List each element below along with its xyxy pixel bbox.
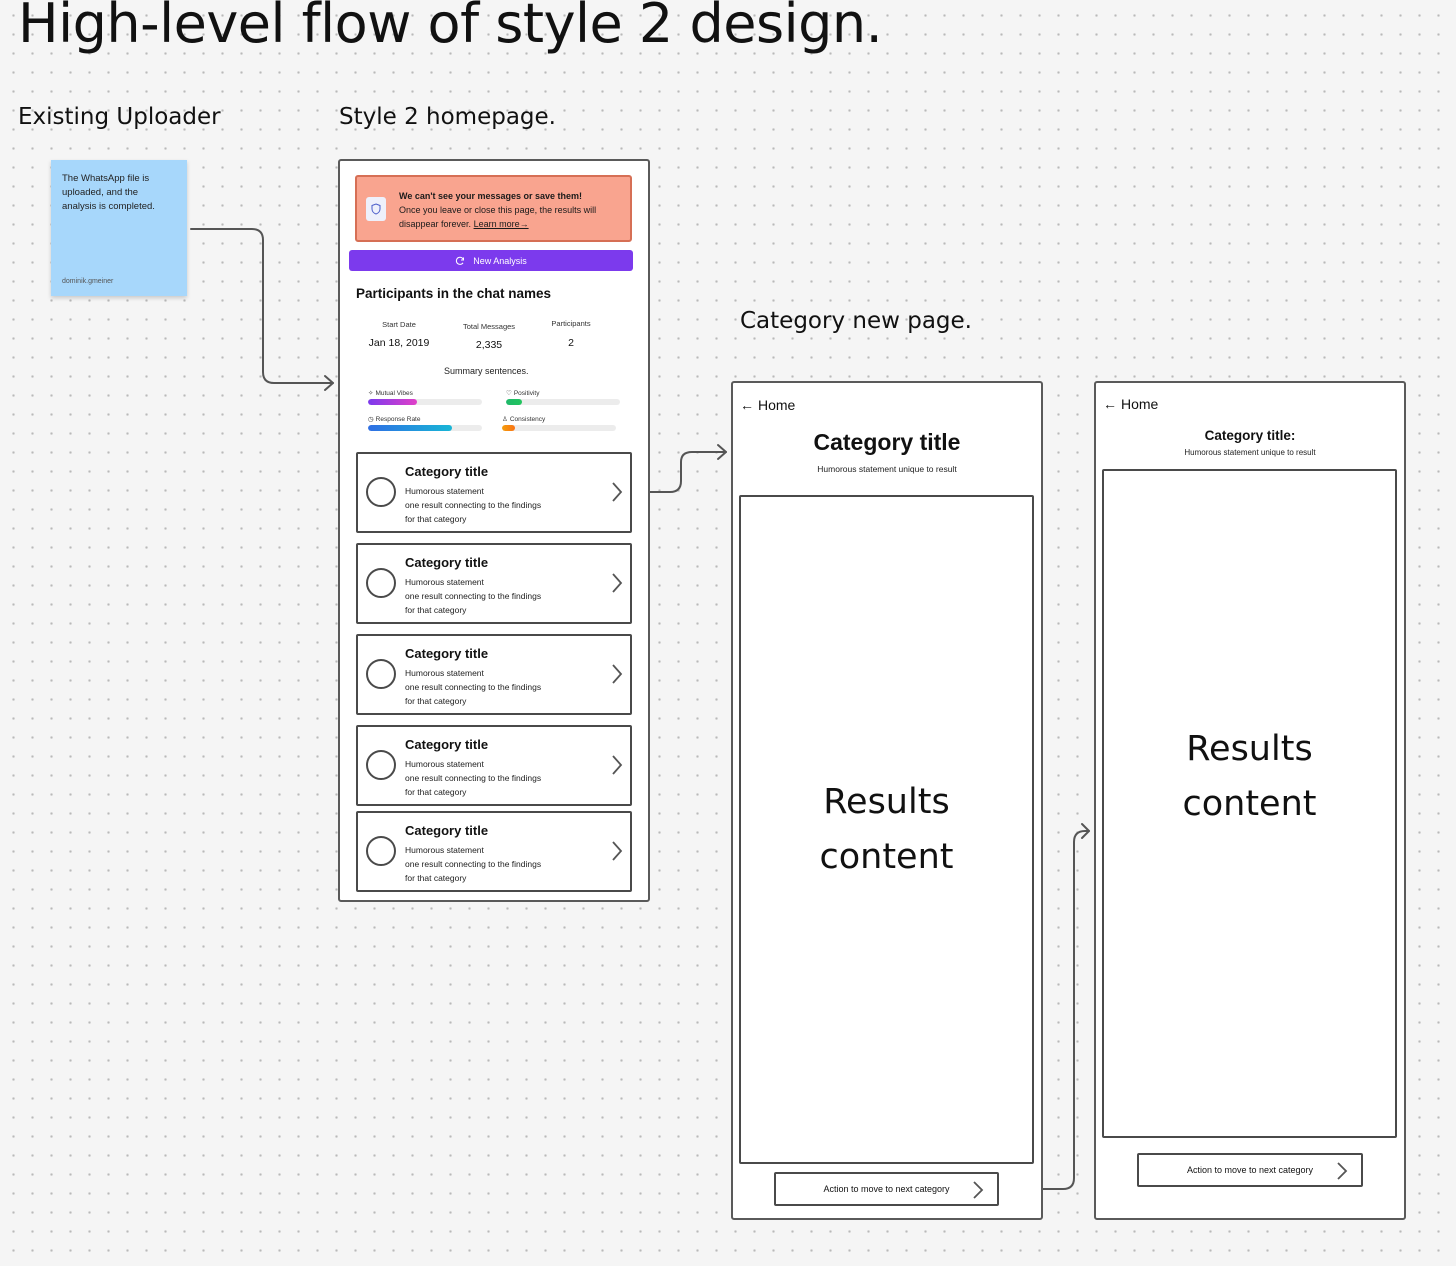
metric-response-rate: ◷ Response Rate bbox=[368, 415, 421, 424]
results-line1: Results bbox=[1186, 728, 1313, 769]
home-link-label: Home bbox=[1121, 396, 1159, 412]
chevron-right-icon bbox=[973, 1181, 984, 1199]
home-link[interactable]: ← Home bbox=[1103, 396, 1158, 412]
card-statement-line3: for that category bbox=[405, 787, 467, 797]
response-rate-bar bbox=[368, 425, 482, 431]
card-title: Category title bbox=[405, 737, 489, 752]
sticky-note: The WhatsApp file is uploaded, and the a… bbox=[51, 160, 187, 296]
card-statement-line2: one result connecting to the findings bbox=[405, 773, 542, 783]
category-subtitle-alt: Humorous statement unique to result bbox=[1184, 448, 1316, 457]
card-statement-line2: one result connecting to the findings bbox=[405, 682, 542, 692]
metric-positivity: ♡ Positivity bbox=[506, 389, 540, 398]
category-avatar bbox=[366, 659, 396, 689]
mutual-vibes-bar bbox=[368, 399, 482, 405]
next-category-label: Action to move to next category bbox=[823, 1184, 950, 1194]
response-rate-fill bbox=[368, 425, 453, 431]
next-category-button[interactable]: Action to move to next category bbox=[774, 1172, 999, 1206]
home-link-label: Home bbox=[758, 397, 796, 413]
category-avatar bbox=[366, 477, 396, 507]
chevron-right-icon bbox=[612, 573, 623, 593]
metric-positivity-label: Positivity bbox=[513, 389, 540, 397]
card-statement-line3: for that category bbox=[405, 514, 467, 524]
results-content-area: Results content bbox=[739, 495, 1034, 1164]
chevron-right-icon bbox=[612, 664, 623, 684]
consistency-bar bbox=[502, 425, 616, 431]
warning-body: Once you leave or close this page, the r… bbox=[399, 204, 624, 231]
refresh-icon bbox=[456, 256, 465, 265]
card-statement-line3: for that category bbox=[405, 696, 467, 706]
clock-icon: ◷ bbox=[368, 416, 374, 423]
warning-title: We can't see your messages or save them! bbox=[399, 191, 583, 201]
arrow-left-icon: ← bbox=[740, 397, 754, 413]
metric-mutual-vibes: ✧ Mutual Vibes bbox=[368, 389, 413, 398]
sticky-note-author: dominik.gmeiner bbox=[62, 278, 114, 285]
card-title: Category title bbox=[405, 464, 489, 479]
metric-consistency: ♙ Consistency bbox=[502, 415, 546, 424]
card-statement: Humorous statement bbox=[405, 577, 484, 587]
stat-total-messages-label: Total Messages bbox=[462, 322, 516, 331]
positivity-bar bbox=[506, 399, 620, 405]
learn-more-link[interactable]: Learn more→ bbox=[474, 219, 529, 229]
new-analysis-button[interactable]: New Analysis bbox=[349, 250, 633, 271]
category-avatar bbox=[366, 836, 396, 866]
category-subtitle: Humorous statement unique to result bbox=[817, 464, 957, 474]
category-card[interactable]: Category title Humorous statement one re… bbox=[356, 725, 632, 806]
heart-icon: ♡ bbox=[506, 390, 512, 397]
card-statement: Humorous statement bbox=[405, 668, 484, 678]
shield-icon bbox=[366, 197, 386, 221]
metric-response-rate-label: Response Rate bbox=[375, 415, 421, 423]
positivity-fill bbox=[506, 399, 522, 405]
category-card[interactable]: Category title Humorous statement one re… bbox=[356, 543, 632, 624]
chevron-right-icon bbox=[1337, 1162, 1348, 1180]
card-title: Category title bbox=[405, 555, 489, 570]
category-card[interactable]: Category title Humorous statement one re… bbox=[356, 811, 632, 892]
category-avatar bbox=[366, 750, 396, 780]
metric-mutual-vibes-label: Mutual Vibes bbox=[375, 389, 413, 397]
card-statement-line2: one result connecting to the findings bbox=[405, 591, 542, 601]
card-statement-line2: one result connecting to the findings bbox=[405, 500, 542, 510]
category-card[interactable]: Category title Humorous statement one re… bbox=[356, 452, 632, 533]
results-content-area-alt: Results content bbox=[1102, 469, 1397, 1138]
chevron-right-icon bbox=[612, 841, 623, 861]
category-avatar bbox=[366, 568, 396, 598]
stat-participants-label: Participants bbox=[551, 319, 591, 328]
chevron-right-icon bbox=[612, 755, 623, 775]
category-title: Category title bbox=[813, 429, 961, 455]
trophy-icon: ♙ bbox=[502, 416, 508, 423]
arrow-left-icon: ← bbox=[1103, 396, 1117, 412]
consistency-fill bbox=[502, 425, 515, 431]
home-link[interactable]: ← Home bbox=[740, 397, 795, 413]
sticky-note-text: The WhatsApp file is uploaded, and the a… bbox=[62, 173, 155, 212]
next-category-label: Action to move to next category bbox=[1186, 1165, 1314, 1175]
category-card[interactable]: Category title Humorous statement one re… bbox=[356, 634, 632, 715]
results-line2: content bbox=[819, 836, 954, 877]
results-line2: content bbox=[1182, 783, 1317, 824]
card-statement-line3: for that category bbox=[405, 605, 467, 615]
card-title: Category title bbox=[405, 823, 489, 838]
summary-text: Summary sentences. bbox=[444, 366, 529, 376]
new-analysis-label: New Analysis bbox=[473, 255, 527, 266]
mutual-vibes-fill bbox=[368, 399, 418, 405]
stat-start-date-value: Jan 18, 2019 bbox=[368, 337, 430, 349]
stat-start-date-label: Start Date bbox=[382, 320, 416, 329]
card-statement-line3: for that category bbox=[405, 873, 467, 883]
connector-uploader-to-homepage bbox=[190, 228, 334, 384]
card-statement: Humorous statement bbox=[405, 759, 484, 769]
metric-consistency-label: Consistency bbox=[509, 415, 546, 423]
participants-title: Participants in the chat names bbox=[356, 286, 552, 301]
chevron-right-icon bbox=[612, 482, 623, 502]
results-content-text-alt: Results content bbox=[1182, 722, 1316, 832]
stat-participants-value: 2 bbox=[568, 337, 574, 349]
card-statement-line2: one result connecting to the findings bbox=[405, 859, 542, 869]
stat-total-messages-value: 2,335 bbox=[475, 339, 503, 351]
card-statement: Humorous statement bbox=[405, 486, 484, 496]
privacy-warning: We can't see your messages or save them!… bbox=[355, 175, 632, 242]
sparkle-icon: ✧ bbox=[368, 390, 374, 397]
card-title: Category title bbox=[405, 646, 489, 661]
category-title-alt: Category title: bbox=[1204, 428, 1296, 443]
results-line1: Results bbox=[823, 781, 950, 822]
card-statement: Humorous statement bbox=[405, 845, 484, 855]
next-category-button-alt[interactable]: Action to move to next category bbox=[1137, 1153, 1363, 1187]
results-content-text: Results content bbox=[819, 775, 953, 885]
